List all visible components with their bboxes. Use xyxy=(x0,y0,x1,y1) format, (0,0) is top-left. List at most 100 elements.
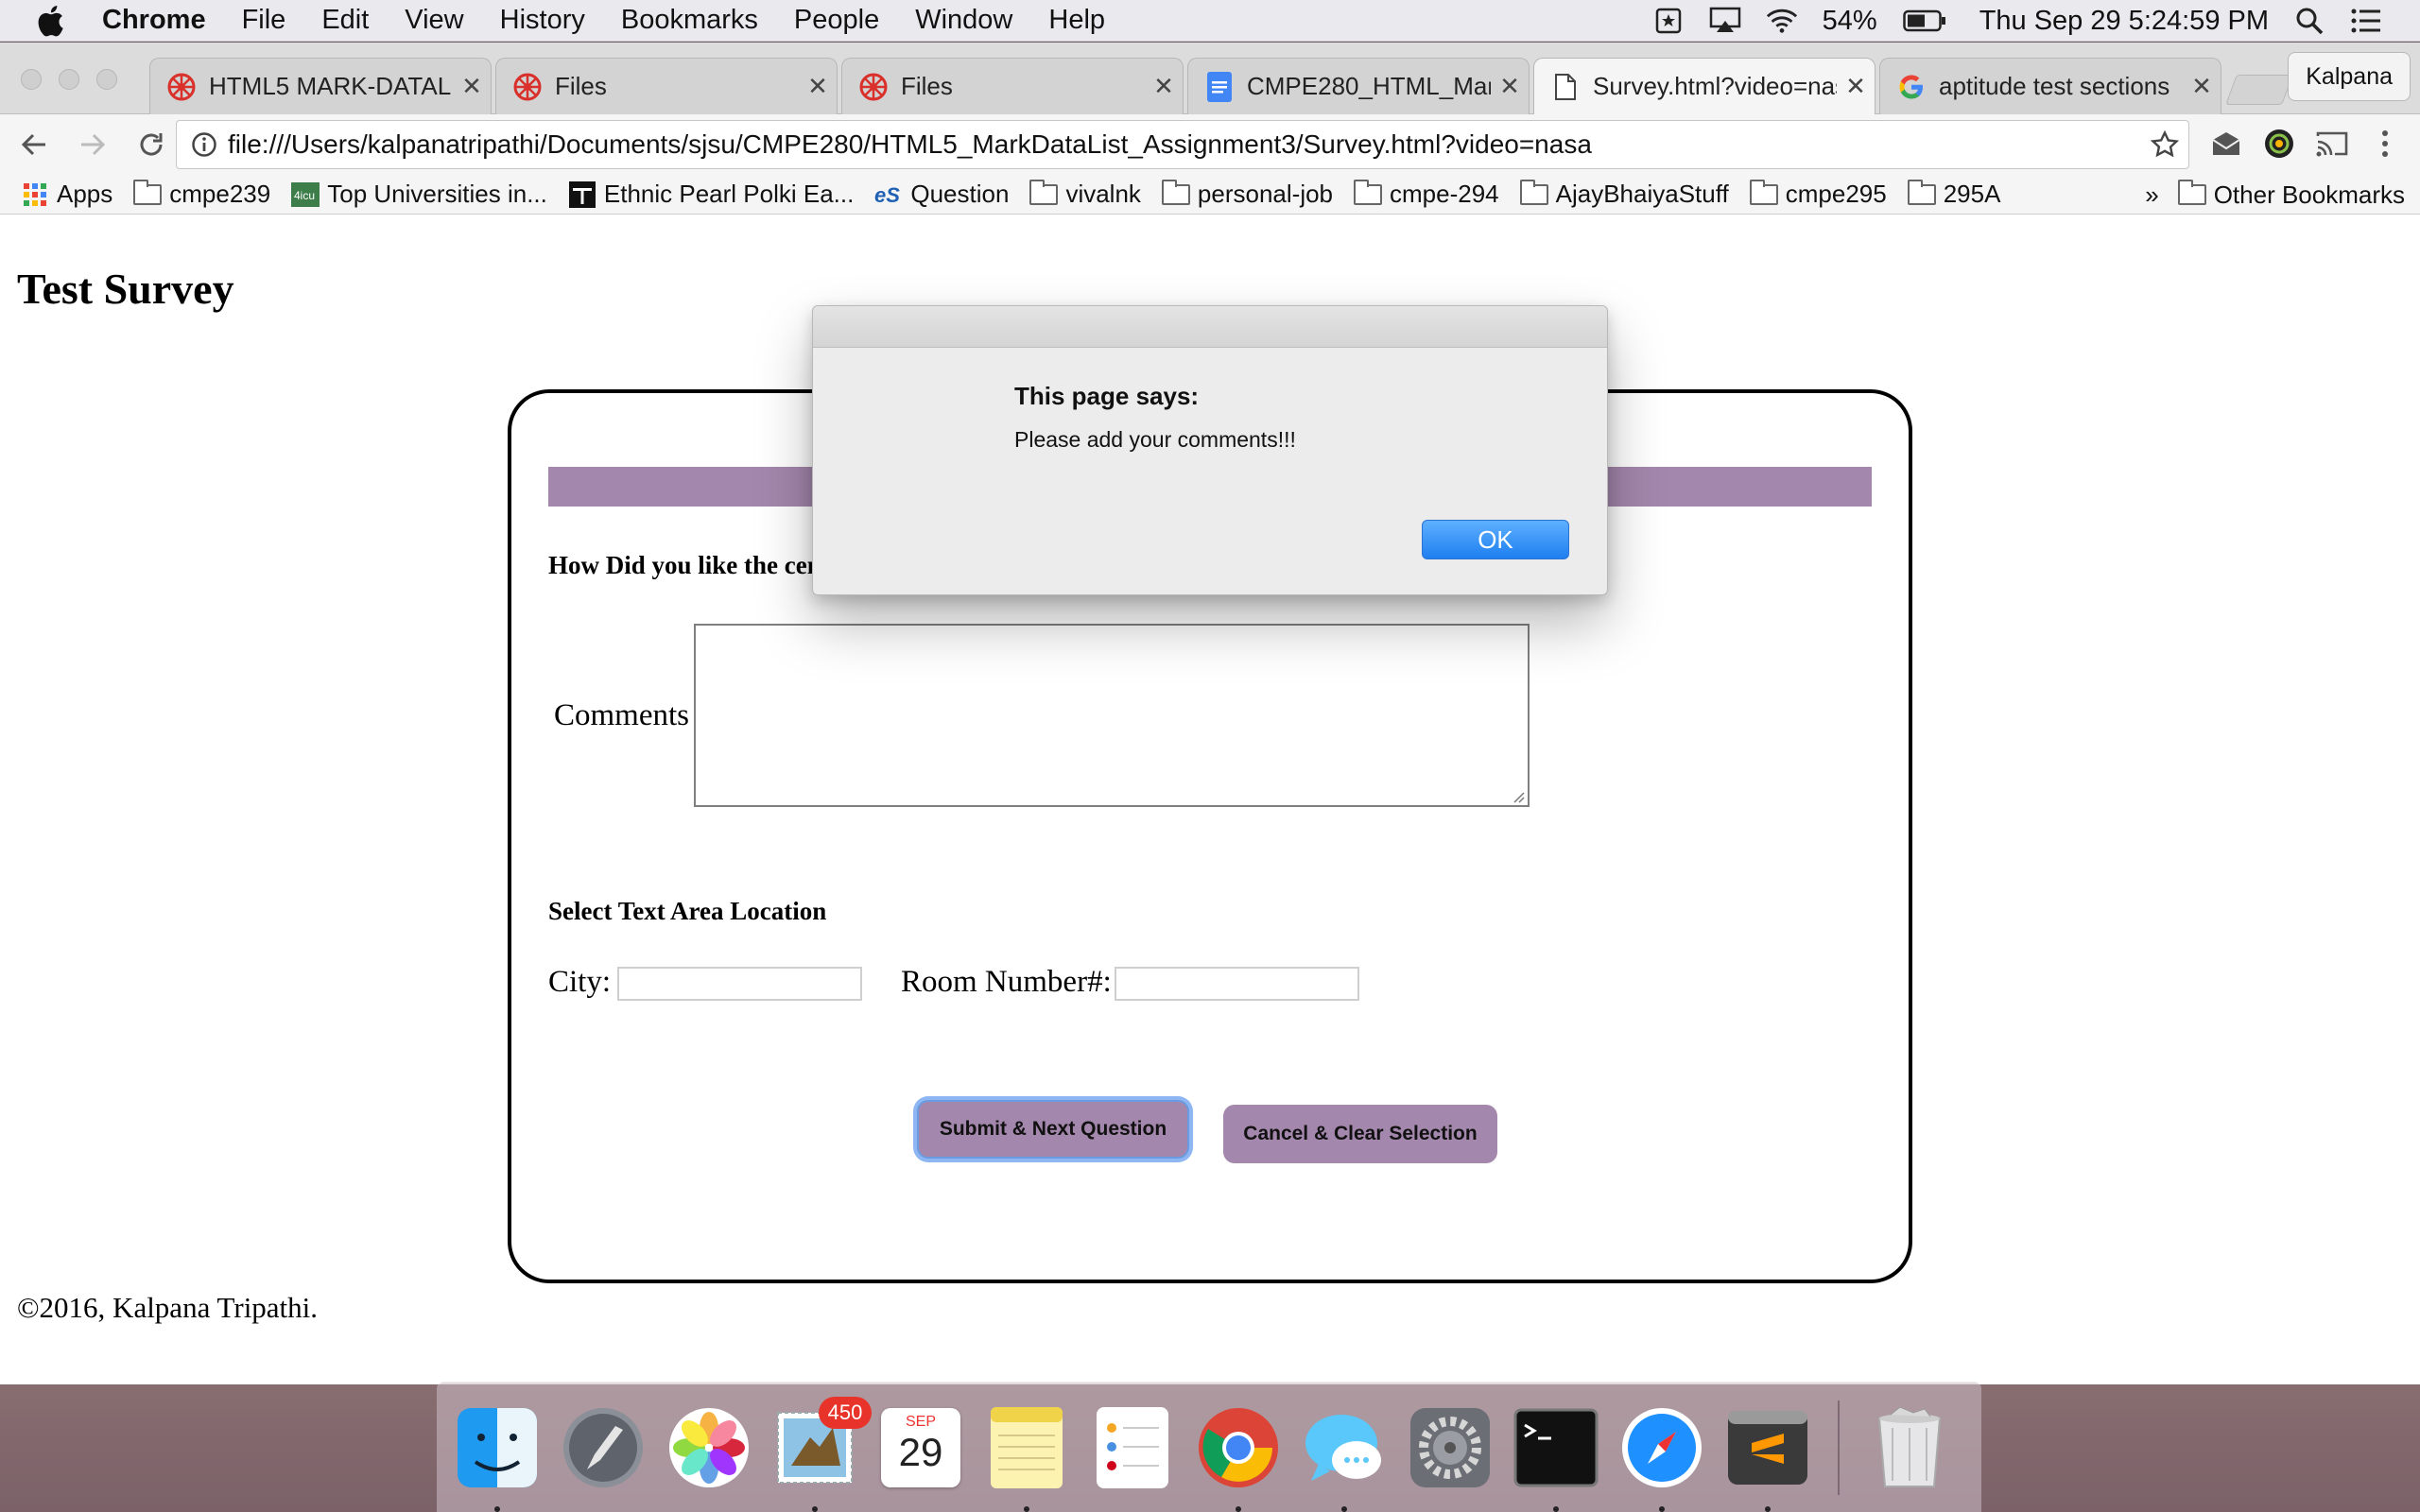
folder-icon xyxy=(1354,179,1383,205)
dock-reminders[interactable] xyxy=(1087,1402,1178,1493)
dock-sublime-text[interactable] xyxy=(1722,1402,1813,1512)
bookmark-top-universities[interactable]: 4icu Top Universities in... xyxy=(291,180,547,209)
address-bar[interactable]: file:///Users/kalpanatripathi/Documents/… xyxy=(176,120,2189,169)
battery-icon[interactable] xyxy=(1902,5,1947,37)
apple-menu-icon[interactable] xyxy=(36,5,74,37)
submit-next-question-button[interactable]: Submit & Next Question xyxy=(917,1100,1189,1159)
dock-calendar[interactable]: SEP 29 xyxy=(875,1402,966,1493)
menu-file[interactable]: File xyxy=(242,5,286,36)
tab-survey-active[interactable]: Survey.html?video=nas ✕ xyxy=(1533,58,1876,114)
tab-files-2[interactable]: Files ✕ xyxy=(841,58,1184,114)
address-url[interactable]: file:///Users/kalpanatripathi/Documents/… xyxy=(228,129,2141,160)
notification-center-icon[interactable] xyxy=(2350,5,2382,37)
bookmark-ethnic-pearl[interactable]: Ethnic Pearl Polki Ea... xyxy=(568,180,854,209)
asterisk-red-icon xyxy=(513,73,542,101)
bookmarks-bar: Apps cmpe239 4icu Top Universities in...… xyxy=(0,175,2420,215)
reload-button[interactable] xyxy=(127,120,176,169)
dialog-titlebar xyxy=(813,306,1607,348)
window-close-button[interactable] xyxy=(21,69,42,90)
dock-chrome[interactable] xyxy=(1193,1402,1284,1512)
airplay-icon[interactable] xyxy=(1709,5,1741,37)
menu-help[interactable]: Help xyxy=(1048,5,1105,36)
dock-separator xyxy=(1838,1400,1840,1495)
bookmark-cmpe239[interactable]: cmpe239 xyxy=(133,179,270,209)
dialog-ok-button[interactable]: OK xyxy=(1422,520,1569,559)
menu-history[interactable]: History xyxy=(500,5,585,36)
tab-close-icon[interactable]: ✕ xyxy=(799,72,837,101)
bookmark-cmpe295[interactable]: cmpe295 xyxy=(1749,179,1887,209)
tab-close-icon[interactable]: ✕ xyxy=(2183,72,2221,101)
cast-icon[interactable] xyxy=(2310,122,2354,165)
bookmark-295a[interactable]: 295A xyxy=(1907,179,2000,209)
menu-view[interactable]: View xyxy=(405,5,463,36)
messages-icon xyxy=(1305,1414,1381,1481)
gear-icon xyxy=(1410,1407,1490,1487)
macos-dock: 450 SEP 29 xyxy=(437,1382,1981,1512)
dock-finder[interactable] xyxy=(452,1402,543,1512)
tab-files-1[interactable]: Files ✕ xyxy=(495,58,838,114)
notes-icon xyxy=(991,1406,1063,1488)
calendar-day: 29 xyxy=(898,1429,943,1474)
calendar-icon: SEP 29 xyxy=(881,1407,960,1487)
finder-icon xyxy=(458,1407,537,1487)
notification-app-icon[interactable] xyxy=(1652,5,1685,37)
clock[interactable]: Thu Sep 29 5:24:59 PM xyxy=(1979,6,2269,37)
info-icon[interactable] xyxy=(181,131,228,158)
tab-close-icon[interactable]: ✕ xyxy=(1837,72,1875,101)
tab-aptitude-search[interactable]: aptitude test sections ✕ xyxy=(1879,58,2221,114)
city-input[interactable] xyxy=(617,967,862,1001)
mail-badge: 450 xyxy=(819,1396,872,1429)
new-tab-button[interactable] xyxy=(2225,75,2293,105)
menu-edit[interactable]: Edit xyxy=(321,5,369,36)
dock-launchpad[interactable] xyxy=(558,1402,648,1493)
dock-trash[interactable] xyxy=(1864,1402,1955,1493)
chrome-menu-icon[interactable] xyxy=(2363,122,2407,165)
dock-safari[interactable] xyxy=(1616,1402,1707,1512)
tab-close-icon[interactable]: ✕ xyxy=(1145,72,1183,101)
tab-close-icon[interactable]: ✕ xyxy=(1491,72,1529,101)
menu-people[interactable]: People xyxy=(794,5,879,36)
bookmark-question[interactable]: eS Question xyxy=(874,180,1009,209)
menu-chrome[interactable]: Chrome xyxy=(102,5,206,36)
bookmark-vivalnk[interactable]: vivalnk xyxy=(1029,179,1141,209)
dock-mail[interactable]: 450 xyxy=(769,1396,872,1512)
mail-extension-icon[interactable] xyxy=(2204,122,2248,165)
macos-menu-bar: Chrome File Edit View History Bookmarks … xyxy=(0,0,2420,42)
bookmark-cmpe-294[interactable]: cmpe-294 xyxy=(1354,179,1499,209)
window-zoom-button[interactable] xyxy=(96,69,117,90)
menu-bookmarks[interactable]: Bookmarks xyxy=(621,5,758,36)
forward-button[interactable] xyxy=(68,120,117,169)
bookmark-other-bookmarks[interactable]: Other Bookmarks xyxy=(2177,180,2405,210)
comments-textarea[interactable] xyxy=(694,624,1530,807)
tab-close-icon[interactable]: ✕ xyxy=(453,72,491,101)
tab-cmpe280-doc[interactable]: CMPE280_HTML_Mark ✕ xyxy=(1187,58,1530,114)
bookmark-star-icon[interactable] xyxy=(2141,130,2188,159)
photos-icon xyxy=(669,1407,749,1487)
dock-photos[interactable] xyxy=(664,1402,754,1493)
dialog-heading: This page says: xyxy=(1014,382,1200,410)
bookmarks-overflow-button[interactable]: » xyxy=(2145,180,2158,210)
folder-icon xyxy=(1519,179,1548,205)
terminal-icon xyxy=(1513,1408,1599,1486)
spotlight-search-icon[interactable] xyxy=(2293,5,2325,37)
dock-system-preferences[interactable] xyxy=(1405,1402,1495,1493)
dock-terminal[interactable] xyxy=(1511,1402,1601,1512)
bookmark-ajaybhaiyastuff[interactable]: AjayBhaiyaStuff xyxy=(1519,179,1729,209)
menu-window[interactable]: Window xyxy=(915,5,1012,36)
window-minimize-button[interactable] xyxy=(59,69,79,90)
bookmark-personal-job[interactable]: personal-job xyxy=(1161,179,1333,209)
back-button[interactable] xyxy=(9,120,59,169)
room-number-input[interactable] xyxy=(1115,967,1359,1001)
bookmark-apps[interactable]: Apps xyxy=(21,180,112,209)
google-icon xyxy=(1897,73,1926,101)
tt-icon xyxy=(568,180,596,208)
dock-messages[interactable] xyxy=(1299,1402,1390,1512)
dock-notes[interactable] xyxy=(981,1402,1072,1512)
tab-html5-mark-datalist[interactable]: HTML5 MARK-DATALIS ✕ xyxy=(149,58,492,114)
wifi-icon[interactable] xyxy=(1766,5,1798,37)
camera-extension-icon[interactable] xyxy=(2257,122,2301,165)
resize-grip-icon[interactable] xyxy=(1511,789,1526,804)
profile-button[interactable]: Kalpana xyxy=(2288,52,2411,101)
cancel-clear-selection-button[interactable]: Cancel & Clear Selection xyxy=(1223,1105,1497,1163)
svg-text:eS: eS xyxy=(874,183,900,207)
